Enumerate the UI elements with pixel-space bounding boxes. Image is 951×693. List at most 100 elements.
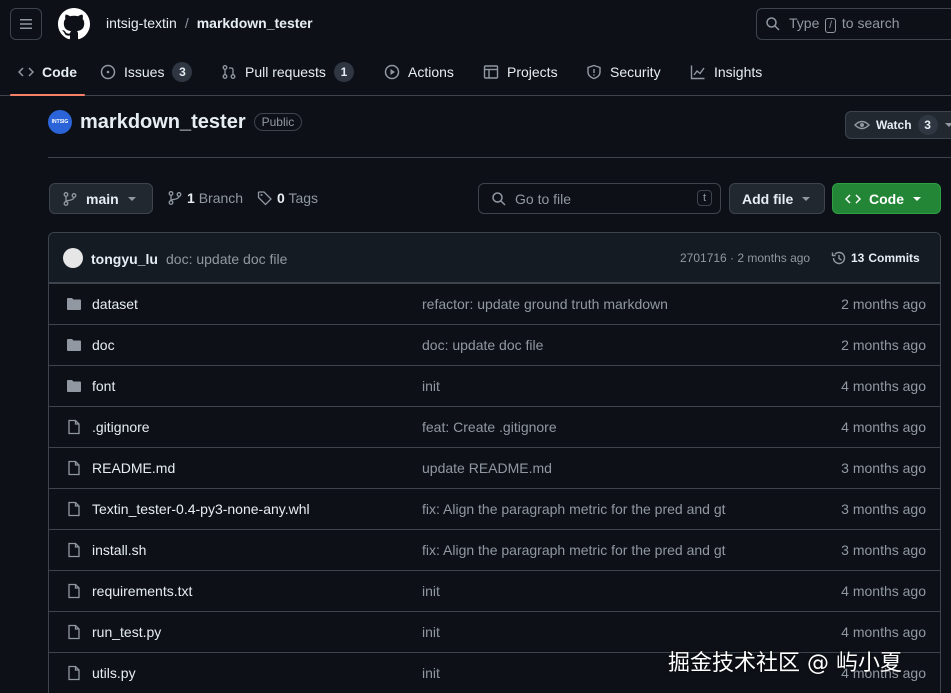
file-commit-link[interactable]: doc: update doc file [422, 337, 543, 353]
play-icon [384, 64, 400, 79]
file-date: 3 months ago [841, 501, 926, 517]
file-table: tongyu_lu doc: update doc file 2701716 ·… [48, 232, 941, 693]
avatar[interactable] [63, 248, 83, 268]
tab-security[interactable]: Security [586, 48, 661, 95]
table-row: dataset refactor: update ground truth mar… [49, 283, 940, 324]
file-icon [68, 583, 80, 599]
repo-header: INTSIG markdown_tester Public [48, 110, 303, 134]
go-to-file-input[interactable]: Go to file t [478, 183, 721, 214]
file-icon-wrap [66, 501, 82, 517]
watermark: 掘金技术社区 @ 屿小夏 [668, 651, 902, 676]
tab-insights[interactable]: Insights [690, 48, 762, 95]
table-row: doc doc: update doc file 2 months ago [49, 324, 940, 365]
table-row: Textin_tester-0.4-py3-none-any.whl fix: A… [49, 488, 940, 529]
breadcrumb-repo-link[interactable]: markdown_tester [197, 15, 313, 31]
add-file-button[interactable]: Add file [729, 183, 825, 214]
folder-icon-wrap [66, 337, 82, 353]
tab-pull-requests[interactable]: Pull requests 1 [221, 48, 354, 95]
table-row: requirements.txt init 4 months ago [49, 570, 940, 611]
search-icon [766, 17, 780, 31]
search-icon [492, 191, 506, 206]
file-commit-link[interactable]: fix: Align the paragraph metric for the … [422, 501, 726, 517]
tab-projects[interactable]: Projects [483, 48, 558, 95]
tab-security-label: Security [610, 63, 661, 80]
tab-actions-label: Actions [408, 63, 454, 80]
file-name-link[interactable]: utils.py [92, 665, 136, 681]
commit-hash-date[interactable]: 2701716 · 2 months ago [680, 251, 810, 265]
tags-link[interactable]: 0 Tags [277, 190, 318, 206]
table-row: .gitignore feat: Create .gitignore 4 month… [49, 406, 940, 447]
file-name-link[interactable]: README.md [92, 460, 175, 476]
branch-select-button[interactable]: main [49, 183, 153, 214]
file-name-link[interactable]: .gitignore [92, 419, 150, 435]
file-commit-link[interactable]: init [422, 583, 440, 599]
visibility-badge: Public [253, 113, 303, 131]
branches-link[interactable]: 1 Branch [187, 190, 243, 206]
repo-title[interactable]: markdown_tester [80, 111, 246, 134]
file-commit-link[interactable]: init [422, 624, 440, 640]
file-commit-link[interactable]: update README.md [422, 460, 552, 476]
file-name-link[interactable]: install.sh [92, 542, 146, 558]
file-name-link[interactable]: run_test.py [92, 624, 161, 640]
file-name-link[interactable]: Textin_tester-0.4-py3-none-any.whl [92, 501, 310, 517]
file-name-link[interactable]: font [92, 378, 115, 394]
header-divider [48, 157, 951, 158]
file-icon [68, 501, 80, 517]
commits-link[interactable]: 13 Commits [831, 250, 920, 266]
tab-code[interactable]: Code [10, 48, 85, 96]
file-date: 2 months ago [841, 337, 926, 353]
file-name-link[interactable]: doc [92, 337, 115, 353]
go-to-file-shortcut: t [696, 190, 712, 206]
table-row: README.md update README.md 3 months ago [49, 447, 940, 488]
pull-request-icon [222, 64, 236, 79]
file-icon-wrap [66, 665, 82, 681]
breadcrumb: intsig-textin / markdown_tester [106, 15, 313, 31]
github-logo-icon[interactable] [58, 8, 90, 40]
watch-label: Watch [876, 118, 912, 132]
file-commit-link[interactable]: init [422, 665, 440, 681]
shield-icon [587, 64, 601, 79]
hamburger-menu-button[interactable] [10, 8, 42, 40]
chevron-down-icon [802, 196, 811, 201]
tag-icon [257, 191, 272, 206]
file-icon-wrap [66, 419, 82, 435]
file-icon-wrap [66, 624, 82, 640]
branch-icon [63, 191, 77, 206]
file-commit-link[interactable]: feat: Create .gitignore [422, 419, 557, 435]
commit-message-link[interactable]: doc: update doc file [166, 251, 287, 267]
code-button[interactable]: Code [832, 183, 941, 214]
issues-counter: 3 [172, 61, 193, 82]
tab-issues[interactable]: Issues 3 [100, 48, 193, 95]
code-icon [18, 66, 34, 77]
file-name-link[interactable]: requirements.txt [92, 583, 192, 599]
file-commit-link[interactable]: init [422, 378, 440, 394]
file-date: 2 months ago [841, 296, 926, 312]
tab-insights-label: Insights [714, 63, 763, 80]
tab-actions[interactable]: Actions [384, 48, 454, 95]
folder-icon [67, 339, 81, 351]
file-date: 3 months ago [841, 460, 926, 476]
chevron-down-icon [127, 196, 136, 201]
file-name-link[interactable]: dataset [92, 296, 138, 312]
file-commit-link[interactable]: fix: Align the paragraph metric for the … [422, 542, 726, 558]
file-icon [68, 419, 80, 435]
folder-icon [67, 380, 81, 392]
add-file-label: Add file [742, 190, 794, 207]
folder-icon [67, 298, 81, 310]
global-search-input[interactable]: Type / to search [756, 8, 951, 40]
table-icon [483, 64, 499, 79]
breadcrumb-owner-link[interactable]: intsig-textin [106, 15, 177, 31]
search-shortcut-key: / [825, 18, 837, 33]
eye-icon [854, 120, 870, 130]
chevron-down-icon [944, 123, 951, 127]
file-commit-link[interactable]: refactor: update ground truth markdown [422, 296, 668, 312]
latest-commit-bar: tongyu_lu doc: update doc file 2701716 ·… [49, 233, 940, 283]
commit-author-link[interactable]: tongyu_lu [91, 251, 158, 267]
branches-tags-info: 1 Branch 0 Tags [167, 190, 318, 206]
org-avatar[interactable]: INTSIG [48, 110, 72, 134]
hamburger-icon [20, 19, 32, 29]
file-icon [68, 542, 80, 558]
go-to-file-placeholder: Go to file [515, 190, 572, 207]
watch-button[interactable]: Watch 3 [845, 111, 951, 139]
tab-code-label: Code [42, 63, 77, 80]
